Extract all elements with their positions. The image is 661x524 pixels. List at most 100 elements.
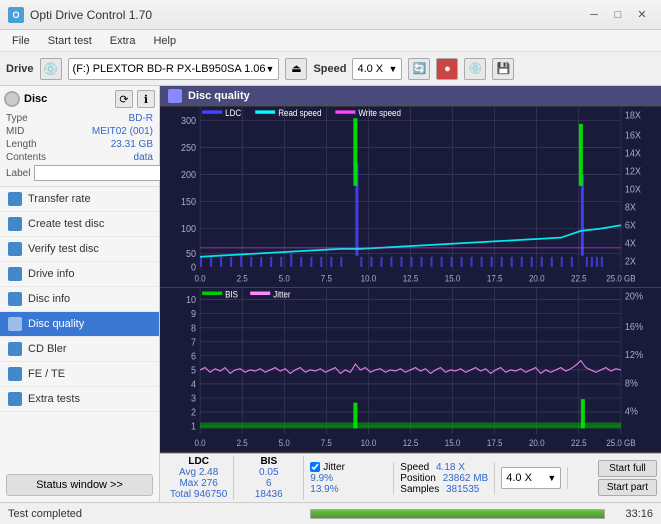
fe-te-icon bbox=[8, 367, 22, 381]
fe-te-label: FE / TE bbox=[28, 368, 65, 380]
speed-select-arrow: ▼ bbox=[389, 64, 398, 74]
start-part-button[interactable]: Start part bbox=[598, 479, 657, 496]
save-button[interactable]: 💾 bbox=[492, 58, 514, 80]
speed-select[interactable]: 4.0 X ▼ bbox=[352, 58, 402, 80]
start-full-button[interactable]: Start full bbox=[598, 460, 657, 477]
sidebar-item-disc-quality[interactable]: Disc quality bbox=[0, 312, 159, 337]
disc-label-input[interactable] bbox=[34, 165, 172, 181]
svg-text:3: 3 bbox=[191, 393, 197, 405]
disc-button2[interactable]: 💿 bbox=[464, 58, 486, 80]
speed-info-value: 4.18 X bbox=[436, 462, 465, 473]
disc-quality-label: Disc quality bbox=[28, 318, 84, 330]
disc-info-label: Disc info bbox=[28, 293, 70, 305]
svg-text:12.5: 12.5 bbox=[403, 273, 419, 284]
svg-text:2: 2 bbox=[191, 407, 196, 419]
disc-length-label: Length bbox=[6, 139, 37, 150]
svg-text:22.5: 22.5 bbox=[571, 273, 587, 284]
speed-label: Speed bbox=[313, 63, 346, 75]
disc-section-title: Disc bbox=[24, 93, 47, 105]
progress-bar bbox=[311, 510, 605, 518]
disc-info-btn[interactable]: ℹ bbox=[137, 90, 155, 108]
stats-bis-avg: 0.05 bbox=[240, 467, 297, 478]
content-area: Disc quality bbox=[160, 86, 661, 502]
jitter-checkbox-row[interactable]: Jitter bbox=[310, 462, 387, 473]
jitter-checkbox[interactable] bbox=[310, 462, 320, 472]
stats-speed-col: Speed 4.18 X Position 23862 MB Samples 3… bbox=[394, 462, 495, 495]
svg-text:LDC: LDC bbox=[225, 108, 241, 119]
panel-title: Disc quality bbox=[188, 90, 250, 102]
stats-ldc-max: Max 276 bbox=[170, 478, 227, 489]
svg-text:16X: 16X bbox=[625, 130, 642, 142]
menu-extra[interactable]: Extra bbox=[102, 33, 144, 49]
svg-text:0: 0 bbox=[191, 262, 196, 274]
refresh-button[interactable]: 🔄 bbox=[408, 58, 430, 80]
svg-text:20.0: 20.0 bbox=[529, 273, 545, 284]
create-test-disc-label: Create test disc bbox=[28, 218, 104, 230]
disc-mid-label: MID bbox=[6, 126, 24, 137]
svg-text:9: 9 bbox=[191, 309, 196, 321]
stats-jitter-max: 13.9% bbox=[310, 484, 387, 495]
svg-text:50: 50 bbox=[186, 248, 196, 260]
extra-tests-icon bbox=[8, 392, 22, 406]
app-title: Opti Drive Control 1.70 bbox=[30, 8, 152, 22]
svg-text:0.0: 0.0 bbox=[195, 438, 206, 449]
sidebar-item-verify-test-disc[interactable]: Verify test disc bbox=[0, 237, 159, 262]
progress-container bbox=[310, 509, 606, 519]
stats-bis-max: 6 bbox=[240, 478, 297, 489]
menu-file[interactable]: File bbox=[4, 33, 38, 49]
jitter-label: Jitter bbox=[323, 462, 345, 473]
eject-button[interactable]: ⏏ bbox=[285, 58, 307, 80]
svg-text:4X: 4X bbox=[625, 238, 637, 250]
stats-speed-select-col: 4.0 X ▼ bbox=[495, 467, 568, 489]
sidebar-item-transfer-rate[interactable]: Transfer rate bbox=[0, 187, 159, 212]
menu-help[interactable]: Help bbox=[145, 33, 184, 49]
verify-test-disc-icon bbox=[8, 242, 22, 256]
start-buttons: Start full Start part bbox=[598, 460, 657, 496]
disc-type-value: BD-R bbox=[129, 113, 153, 124]
status-window-btn[interactable]: Status window >> bbox=[6, 474, 153, 496]
svg-text:8%: 8% bbox=[625, 378, 638, 390]
drive-icon-btn[interactable]: 💿 bbox=[40, 58, 62, 80]
svg-text:7: 7 bbox=[191, 337, 196, 349]
minimize-button[interactable]: ─ bbox=[583, 4, 605, 26]
disc-button1[interactable]: ● bbox=[436, 58, 458, 80]
maximize-button[interactable]: □ bbox=[607, 4, 629, 26]
svg-text:7.5: 7.5 bbox=[321, 273, 332, 284]
drive-select[interactable]: (F:) PLEXTOR BD-R PX-LB950SA 1.06 ▼ bbox=[68, 58, 280, 80]
stats-speed-select[interactable]: 4.0 X ▼ bbox=[501, 467, 561, 489]
svg-text:0.0: 0.0 bbox=[195, 273, 206, 284]
stats-speed-select-value: 4.0 X bbox=[506, 472, 532, 484]
cd-bler-icon bbox=[8, 342, 22, 356]
sidebar-item-disc-info[interactable]: Disc info bbox=[0, 287, 159, 312]
svg-text:15.0: 15.0 bbox=[445, 438, 461, 449]
disc-length-row: Length 23.31 GB bbox=[4, 138, 155, 151]
svg-text:BIS: BIS bbox=[225, 289, 238, 300]
stats-ldc-col: LDC Avg 2.48 Max 276 Total 946750 bbox=[164, 456, 234, 500]
menu-start-test[interactable]: Start test bbox=[40, 33, 100, 49]
disc-label-label: Label bbox=[6, 168, 30, 179]
disc-mid-row: MID MEIT02 (001) bbox=[4, 125, 155, 138]
svg-text:16%: 16% bbox=[625, 322, 643, 334]
close-button[interactable]: ✕ bbox=[631, 4, 653, 26]
stats-bis-total: 18436 bbox=[240, 489, 297, 500]
svg-text:10.0: 10.0 bbox=[361, 438, 377, 449]
disc-refresh-btn[interactable]: ⟳ bbox=[115, 90, 133, 108]
sidebar-item-cd-bler[interactable]: CD Bler bbox=[0, 337, 159, 362]
svg-text:25.0 GB: 25.0 GB bbox=[606, 438, 636, 449]
svg-text:17.5: 17.5 bbox=[487, 273, 503, 284]
svg-text:5.0: 5.0 bbox=[279, 438, 290, 449]
sidebar-item-fe-te[interactable]: FE / TE bbox=[0, 362, 159, 387]
svg-text:10X: 10X bbox=[625, 184, 642, 196]
svg-text:4: 4 bbox=[191, 379, 197, 391]
chart2-area: 10 9 8 7 6 5 4 3 2 1 20% 16% 12% 8% 4% bbox=[160, 288, 661, 453]
verify-test-disc-label: Verify test disc bbox=[28, 243, 99, 255]
drive-select-arrow: ▼ bbox=[266, 64, 275, 74]
sidebar-item-create-test-disc[interactable]: Create test disc bbox=[0, 212, 159, 237]
title-bar-left: O Opti Drive Control 1.70 bbox=[8, 7, 152, 23]
sidebar-item-extra-tests[interactable]: Extra tests bbox=[0, 387, 159, 412]
svg-text:2X: 2X bbox=[625, 256, 637, 268]
status-time: 33:16 bbox=[613, 508, 653, 520]
sidebar-item-drive-info[interactable]: Drive info bbox=[0, 262, 159, 287]
speed-select-value: 4.0 X bbox=[357, 63, 383, 75]
toolbar: Drive 💿 (F:) PLEXTOR BD-R PX-LB950SA 1.0… bbox=[0, 52, 661, 86]
